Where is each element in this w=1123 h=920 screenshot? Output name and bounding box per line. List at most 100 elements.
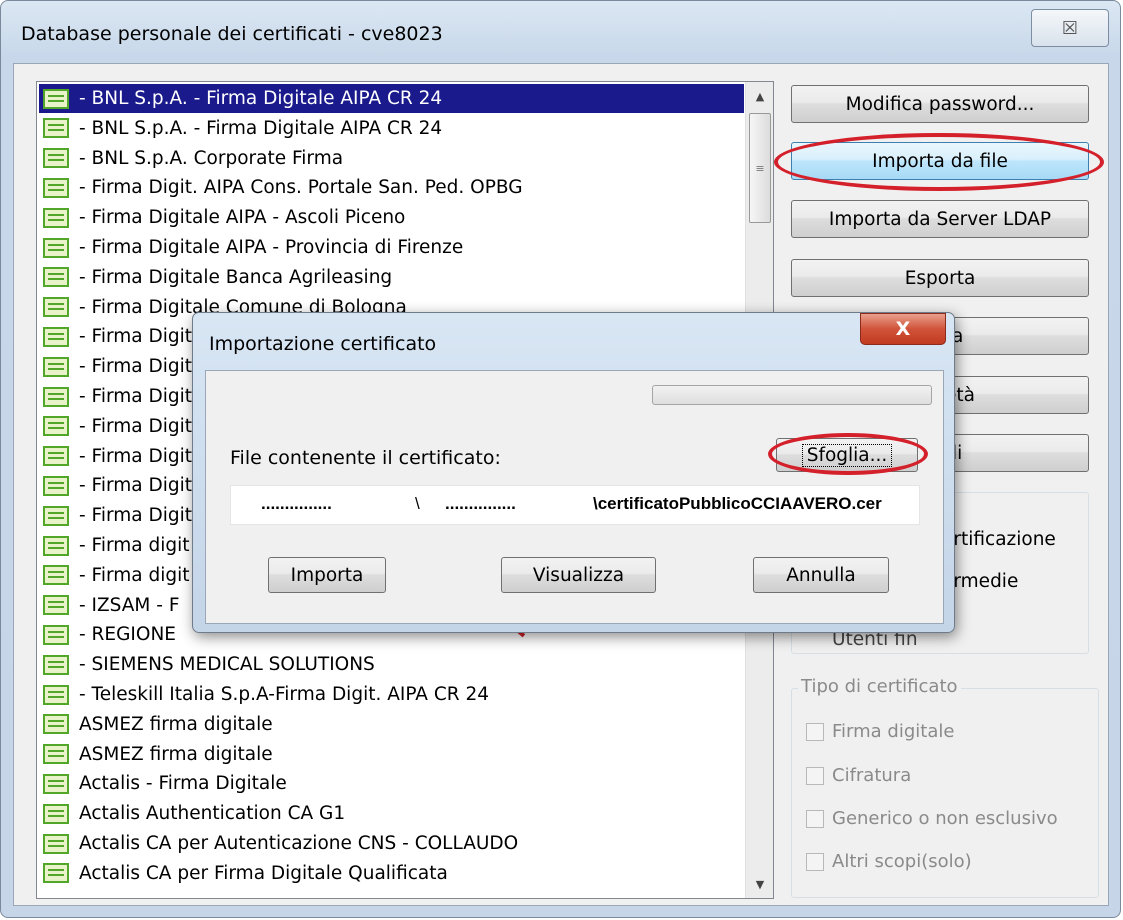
list-item[interactable]: - Firma Digitale AIPA - Ascoli Piceno xyxy=(39,203,744,232)
list-item[interactable]: ASMEZ firma digitale xyxy=(39,710,744,739)
certificate-icon xyxy=(43,505,69,526)
list-item-label: ASMEZ firma digitale xyxy=(79,713,273,735)
list-item-label: - BNL S.p.A. - Firma Digitale AIPA CR 24 xyxy=(79,88,443,109)
certificate-icon xyxy=(43,297,69,318)
import-from-file-button[interactable]: Importa da file xyxy=(791,142,1089,180)
list-item[interactable]: - BNL S.p.A. - Firma Digitale AIPA CR 24 xyxy=(39,114,744,143)
grip-icon: ≡ xyxy=(755,161,765,175)
certificate-type-group: Tipo di certificato Firma digitale Cifra… xyxy=(791,676,1099,898)
certificate-icon xyxy=(43,565,69,586)
dialog-close-button[interactable]: X xyxy=(860,313,946,345)
checkbox-label: Generico o non esclusivo xyxy=(832,808,1058,829)
list-item-label: - Firma Digit xyxy=(79,445,193,467)
list-item-label: - Firma Digit xyxy=(79,326,193,348)
certificate-icon xyxy=(43,624,69,645)
scroll-up-icon[interactable]: ▲ xyxy=(748,84,772,108)
browse-button[interactable]: Sfoglia... xyxy=(776,438,918,472)
list-item-label: - BNL S.p.A. Corporate Firma xyxy=(79,147,344,169)
path-separator: \ xyxy=(415,494,420,513)
close-icon: ☒ xyxy=(1061,17,1079,39)
list-item-label: - Firma digit xyxy=(79,535,190,556)
certificate-icon xyxy=(43,654,69,675)
window-close-button[interactable]: ☒ xyxy=(1031,9,1109,47)
checkbox-icon xyxy=(806,852,824,871)
certificate-icon xyxy=(43,595,69,616)
progress-bar xyxy=(652,385,932,405)
list-item-label: - Teleskill Italia S.p.A-Firma Digit. AI… xyxy=(79,684,490,705)
list-item[interactable]: - BNL S.p.A. Corporate Firma xyxy=(39,144,744,173)
checkbox-label: Firma digitale xyxy=(832,721,955,742)
import-ldap-button[interactable]: Importa da Server LDAP xyxy=(791,200,1089,238)
certificate-icon xyxy=(43,833,69,854)
list-item-label: Actalis CA per Firma Digitale Qualificat… xyxy=(79,862,448,884)
certificate-icon xyxy=(43,386,69,407)
browse-label: Sfoglia... xyxy=(801,443,893,467)
import-button[interactable]: Importa xyxy=(268,557,386,593)
list-item-label: - Firma digit xyxy=(79,564,190,586)
certificate-icon xyxy=(43,773,69,794)
certificate-icon xyxy=(43,88,69,109)
list-item-label: Actalis - Firma Digitale xyxy=(79,773,287,795)
certificate-icon xyxy=(43,148,69,169)
list-item-label: - REGIONE xyxy=(79,624,176,646)
certificate-icon xyxy=(43,684,69,705)
group-legend: Tipo di certificato xyxy=(798,676,961,697)
certificate-icon xyxy=(43,863,69,884)
certificate-icon xyxy=(43,535,69,556)
certificate-icon xyxy=(43,267,69,288)
scroll-thumb[interactable]: ≡ xyxy=(749,113,771,223)
checkbox-firma-digitale[interactable]: Firma digitale xyxy=(806,721,954,742)
list-item-label: - SIEMENS MEDICAL SOLUTIONS xyxy=(79,654,375,676)
certificate-icon xyxy=(43,714,69,735)
checkbox-icon xyxy=(806,766,824,785)
window-title: Database personale dei certificati - cve… xyxy=(21,23,443,45)
list-item[interactable]: - Firma Digitale Banca Agrileasing xyxy=(39,263,744,292)
export-button[interactable]: Esporta xyxy=(791,259,1089,297)
list-item-label: - IZSAM - F xyxy=(79,594,180,616)
certificate-icon xyxy=(43,416,69,437)
list-item-label: - Firma Digit xyxy=(79,386,193,407)
list-item-label: - Firma Digit xyxy=(79,415,193,437)
certificate-icon xyxy=(43,475,69,496)
list-item-label: - Firma Digitale Banca Agrileasing xyxy=(79,266,393,288)
change-password-button[interactable]: Modifica password... xyxy=(791,85,1089,123)
certificate-icon xyxy=(43,207,69,228)
certificate-path-field[interactable]: ............... \ ............... \certi… xyxy=(230,485,920,525)
certificate-icon xyxy=(43,446,69,467)
view-button[interactable]: Visualizza xyxy=(501,557,656,593)
list-item-label: Actalis CA per Autenticazione CNS - COLL… xyxy=(79,833,519,854)
certificate-icon xyxy=(43,326,69,347)
dialog-title: Importazione certificato xyxy=(209,333,437,355)
certificate-icon xyxy=(43,356,69,377)
list-item[interactable]: ASMEZ firma digitale xyxy=(39,740,744,769)
checkbox-generico[interactable]: Generico o non esclusivo xyxy=(806,808,1058,829)
checkbox-label: Cifratura xyxy=(832,765,912,786)
certificate-icon xyxy=(43,744,69,765)
close-icon: X xyxy=(895,318,911,340)
list-item[interactable]: - SIEMENS MEDICAL SOLUTIONS xyxy=(39,650,744,679)
list-item[interactable]: Actalis Authentication CA G1 xyxy=(39,799,744,828)
list-item-label: - Firma Digit xyxy=(79,475,193,497)
list-item[interactable]: - BNL S.p.A. - Firma Digitale AIPA CR 24 xyxy=(39,84,744,113)
list-item[interactable]: - Firma Digitale AIPA - Provincia di Fir… xyxy=(39,233,744,262)
path-part: ............... xyxy=(445,494,516,513)
list-item[interactable]: - Teleskill Italia S.p.A-Firma Digit. AI… xyxy=(39,680,744,709)
checkbox-altri-scopi[interactable]: Altri scopi(solo) xyxy=(806,851,972,872)
list-item[interactable]: Actalis CA per Autenticazione CNS - COLL… xyxy=(39,829,744,858)
list-item-label: - BNL S.p.A. - Firma Digitale AIPA CR 24 xyxy=(79,117,443,139)
scroll-down-icon[interactable]: ▼ xyxy=(748,872,772,896)
list-item[interactable]: Actalis - Firma Digitale xyxy=(39,769,744,798)
list-item[interactable]: - Firma Digit. AIPA Cons. Portale San. P… xyxy=(39,173,744,202)
certificate-icon xyxy=(43,118,69,139)
list-item[interactable]: Actalis CA per Firma Digitale Qualificat… xyxy=(39,859,744,888)
cancel-button[interactable]: Annulla xyxy=(753,557,889,593)
certificate-icon xyxy=(43,177,69,198)
list-item-label: Actalis Authentication CA G1 xyxy=(79,803,346,825)
list-item-label: ASMEZ firma digitale xyxy=(79,743,273,765)
path-filename: \certificatoPubblicoCCIAAVERO.cer xyxy=(593,494,882,513)
certificate-icon xyxy=(43,237,69,258)
file-label: File contenente il certificato: xyxy=(230,447,501,469)
checkbox-cifratura[interactable]: Cifratura xyxy=(806,765,911,786)
category-label: ertificazione xyxy=(942,529,1056,550)
list-item-label: - Firma Digit. AIPA Cons. Portale San. P… xyxy=(79,177,523,199)
